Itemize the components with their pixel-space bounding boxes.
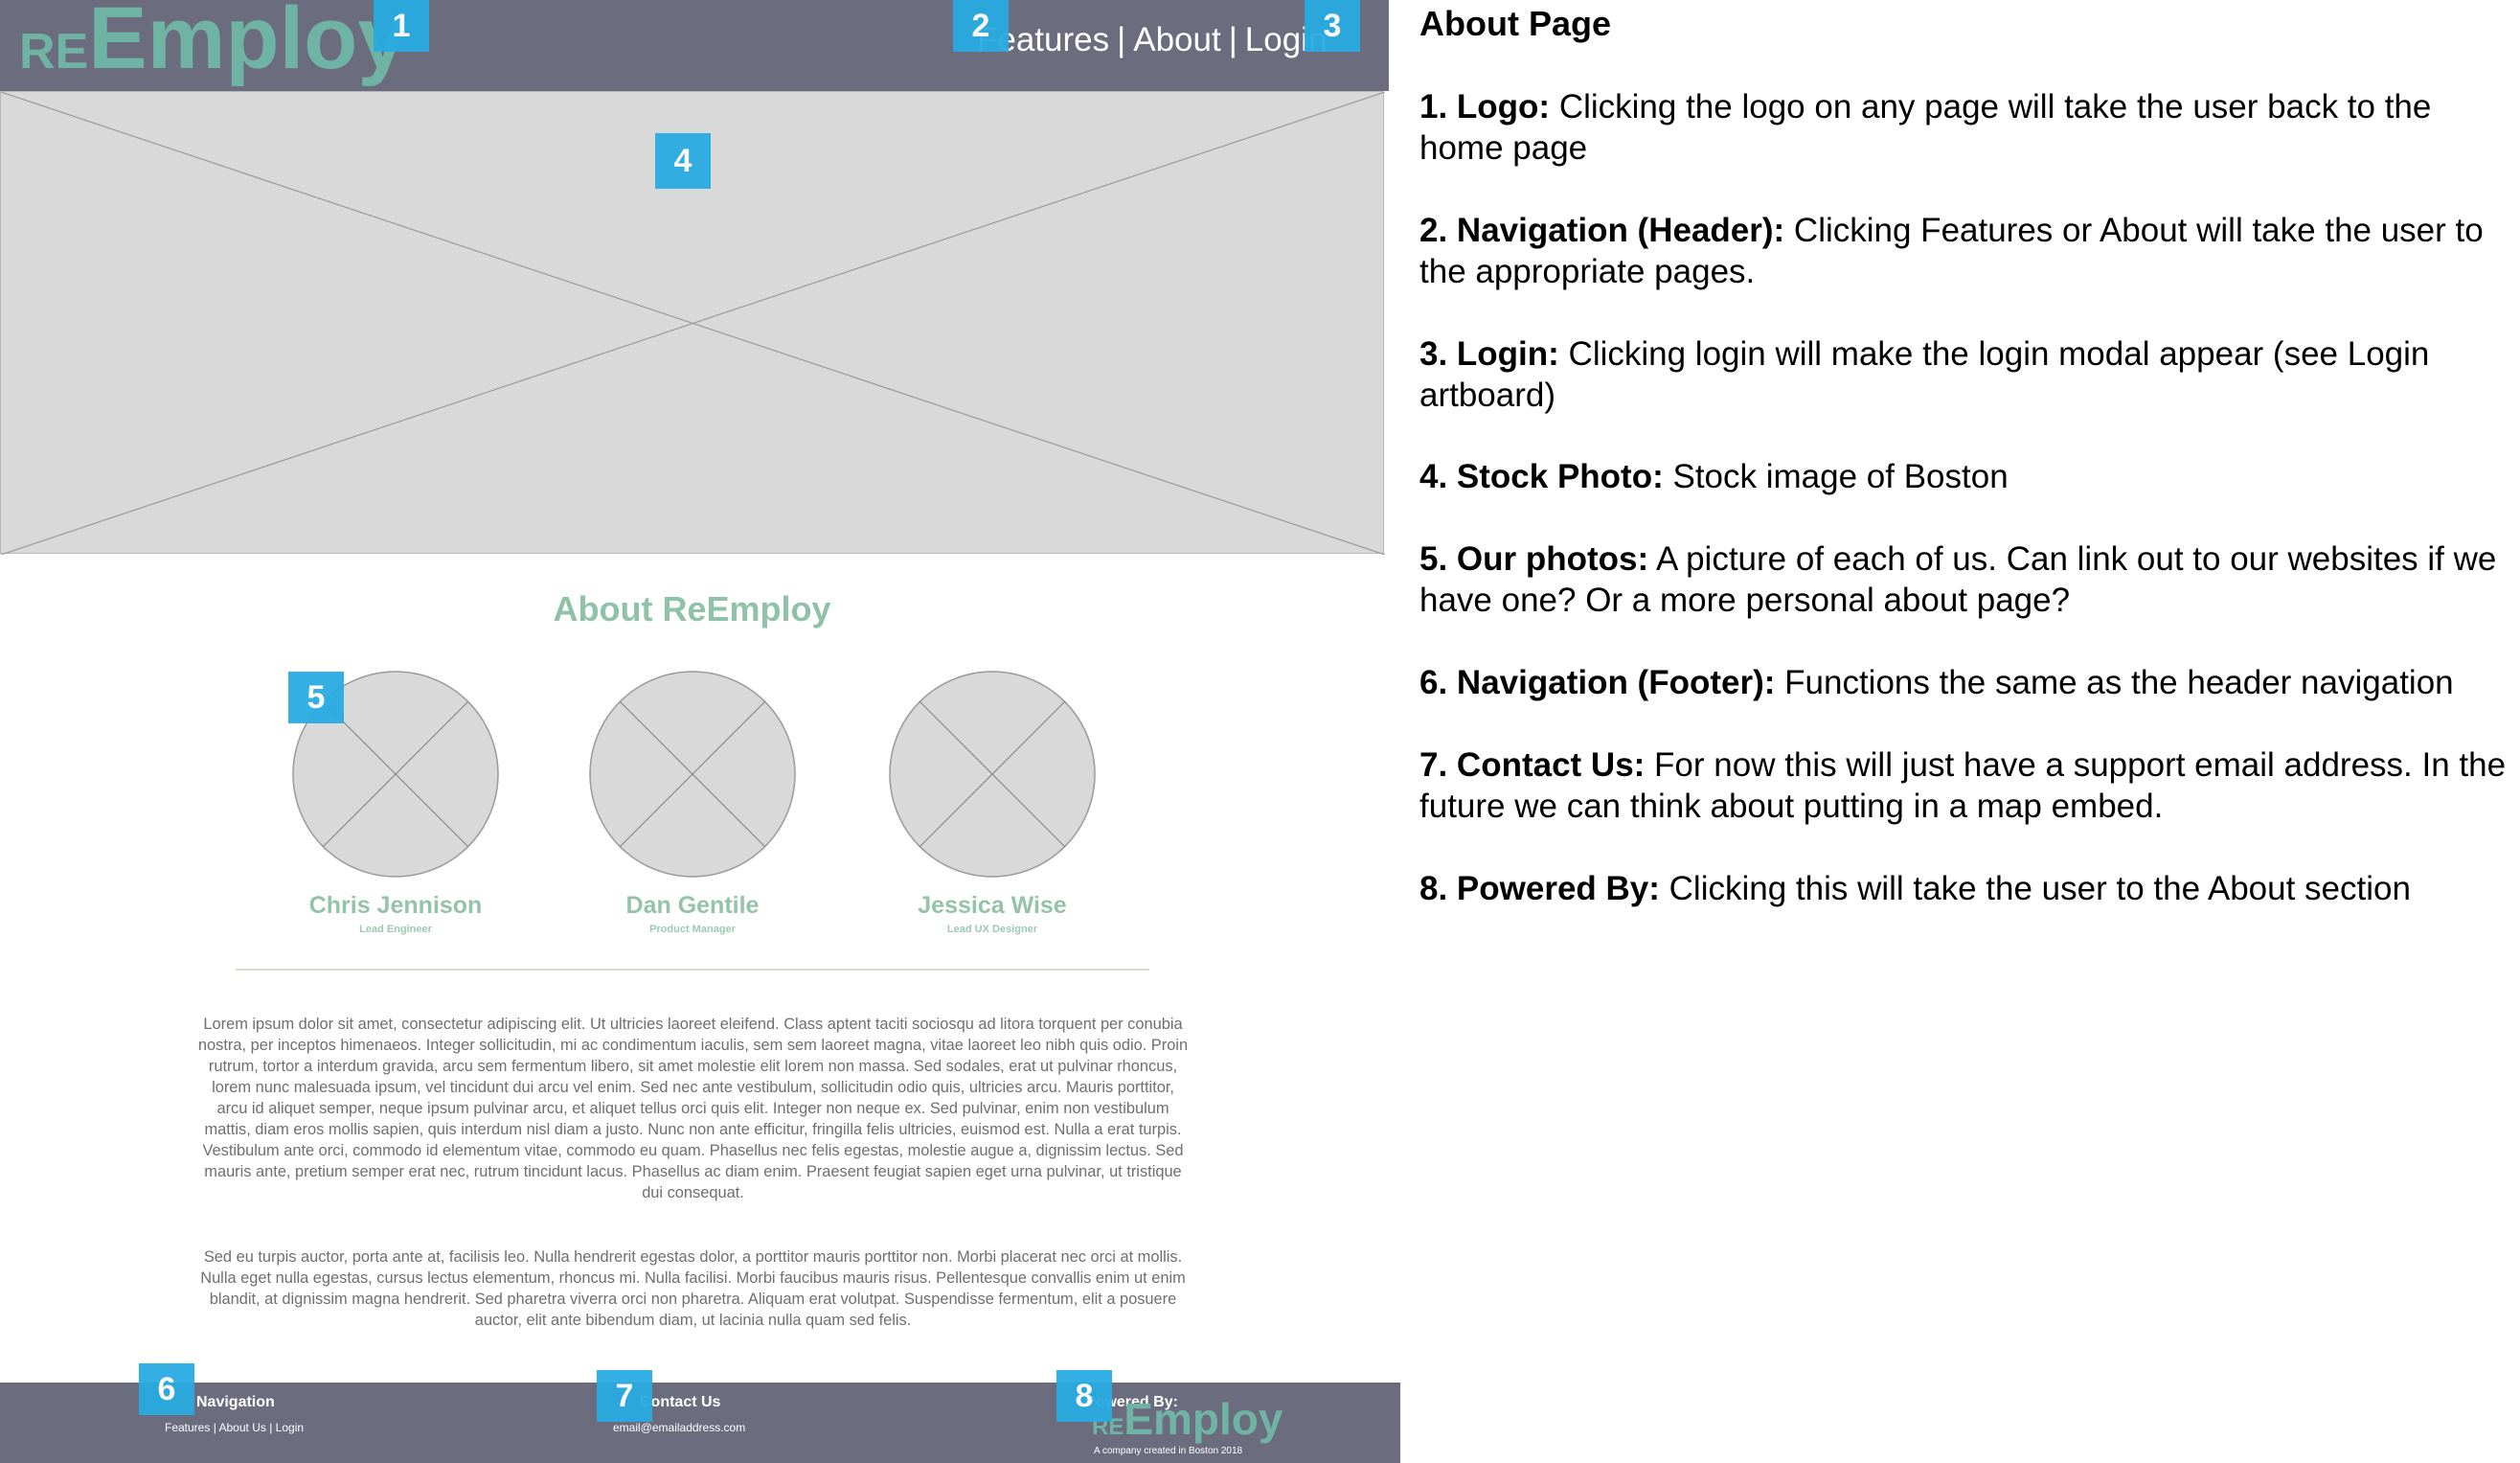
- note-text: Clicking login will make the login modal…: [1419, 335, 2430, 414]
- logo-prefix: RE: [19, 24, 89, 80]
- section-divider: [236, 969, 1149, 971]
- footer-features-link[interactable]: Features: [165, 1421, 210, 1434]
- note-label: 7. Contact Us:: [1419, 746, 1646, 784]
- team-member-card[interactable]: Jessica Wise Lead UX Designer: [887, 671, 1098, 935]
- team-member-card[interactable]: Dan Gentile Product Manager: [587, 671, 798, 935]
- footer-reemploy-logo[interactable]: REEmploy: [1092, 1397, 1283, 1441]
- note-text: Clicking this will take the user to the …: [1659, 870, 2411, 907]
- note-item: 3. Login: Clicking login will make the l…: [1419, 333, 2511, 416]
- footer-about-link[interactable]: About Us: [219, 1421, 266, 1434]
- member-photo-placeholder: [589, 671, 796, 878]
- wireframe-artboard: REEmploy Features | About | Login About ReEm…: [0, 0, 1400, 1463]
- footer-nav-links: Features | About Us | Login: [165, 1421, 304, 1434]
- annotation-marker: 6: [139, 1363, 194, 1415]
- annotation-marker: 7: [597, 1370, 652, 1422]
- footer-separator: |: [269, 1421, 273, 1434]
- note-item: 7. Contact Us: For now this will just ha…: [1419, 744, 2511, 827]
- nav-separator: |: [1228, 21, 1237, 58]
- annotation-marker: 2: [953, 0, 1009, 52]
- note-item: 8. Powered By: Clicking this will take t…: [1419, 868, 2511, 909]
- footer-separator: |: [213, 1421, 216, 1434]
- note-item: 5. Our photos: A picture of each of us. …: [1419, 538, 2511, 621]
- logo-main: Employ: [88, 0, 407, 87]
- about-paragraph: Sed eu turpis auctor, porta ante at, fac…: [200, 1248, 1186, 1329]
- member-name: Dan Gentile: [625, 892, 760, 919]
- about-heading: About ReEmploy: [553, 589, 831, 629]
- annotation-marker: 8: [1056, 1370, 1112, 1422]
- note-item: 1. Logo: Clicking the logo on any page w…: [1419, 86, 2511, 169]
- member-name: Chris Jennison: [308, 892, 483, 919]
- note-item: 4. Stock Photo: Stock image of Boston: [1419, 456, 2511, 497]
- note-label: 8. Powered By:: [1419, 870, 1660, 907]
- note-text: Stock image of Boston: [1663, 458, 2009, 495]
- member-name: Jessica Wise: [918, 892, 1067, 919]
- annotation-marker: 3: [1305, 0, 1360, 52]
- footer-company-note: A company created in Boston 2018: [1094, 1446, 1243, 1456]
- footer-contact-email[interactable]: email@emailaddress.com: [613, 1421, 745, 1434]
- member-role: Lead UX Designer: [946, 924, 1038, 935]
- annotation-marker: 5: [288, 672, 344, 723]
- site-footer: Navigation Features | About Us | Login C…: [0, 1383, 1400, 1463]
- footer-logo-main: Employ: [1124, 1394, 1283, 1444]
- member-photo-placeholder: [889, 671, 1096, 878]
- reemploy-logo[interactable]: REEmploy: [19, 0, 407, 82]
- note-label: 6. Navigation (Footer):: [1419, 664, 1776, 701]
- member-role: Product Manager: [649, 924, 736, 935]
- note-label: 1. Logo:: [1419, 88, 1551, 126]
- note-item: 6. Navigation (Footer): Functions the sa…: [1419, 662, 2511, 703]
- note-item: 2. Navigation (Header): Clicking Feature…: [1419, 210, 2511, 292]
- note-text: Clicking the logo on any page will take …: [1419, 88, 2432, 167]
- site-header: REEmploy Features | About | Login: [0, 0, 1389, 91]
- member-role: Lead Engineer: [359, 924, 432, 935]
- footer-navigation-heading: Navigation: [196, 1394, 275, 1410]
- annotation-marker: 4: [655, 133, 711, 189]
- note-label: 5. Our photos:: [1419, 540, 1649, 578]
- header-nav: Features | About | Login: [977, 21, 1327, 59]
- nav-about-link[interactable]: About: [1133, 21, 1220, 58]
- note-label: 4. Stock Photo:: [1419, 458, 1664, 495]
- note-label: 2. Navigation (Header):: [1419, 212, 1785, 249]
- nav-separator: |: [1117, 21, 1126, 58]
- annotation-marker: 1: [374, 0, 429, 52]
- note-text: Functions the same as the header navigat…: [1775, 664, 2454, 701]
- about-paragraph: Lorem ipsum dolor sit amet, consectetur …: [197, 1016, 1189, 1201]
- note-label: 3. Login:: [1419, 335, 1559, 373]
- notes-title: About Page: [1419, 4, 1612, 43]
- footer-login-link[interactable]: Login: [276, 1421, 304, 1434]
